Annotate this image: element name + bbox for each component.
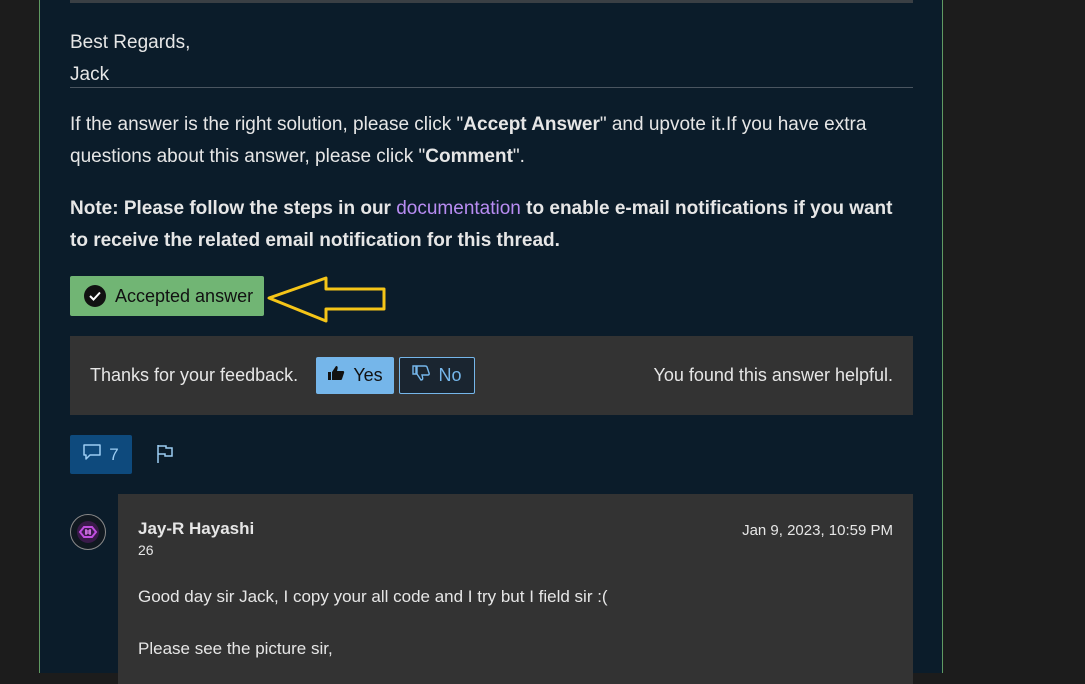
feedback-prompt: Thanks for your feedback.	[90, 365, 299, 385]
thumbs-down-icon	[412, 365, 431, 386]
no-button[interactable]: No	[399, 357, 475, 394]
flag-icon[interactable]	[156, 444, 174, 469]
no-label: No	[438, 365, 462, 385]
speech-bubble-icon	[83, 444, 102, 465]
comments-button[interactable]: 7	[70, 435, 132, 474]
yes-label: Yes	[353, 365, 383, 385]
text: ".	[512, 146, 525, 167]
accept-answer-text: Accept Answer	[463, 114, 600, 135]
feedback-result: You found this answer helpful.	[653, 365, 893, 385]
comment-text: Comment	[425, 146, 513, 167]
documentation-link[interactable]: documentation	[396, 198, 521, 219]
accepted-answer-label: Accepted answer	[115, 285, 254, 306]
thumbs-up-icon	[327, 365, 345, 386]
author-reputation: 26	[138, 542, 154, 558]
comment-count: 7	[109, 444, 119, 464]
notification-note: Note: Please follow the steps in our doc…	[70, 193, 913, 257]
avatar[interactable]	[70, 514, 106, 550]
avatar-image	[77, 521, 99, 543]
feedback-bar: Thanks for your feedback. Yes No You fou…	[70, 336, 913, 415]
text: If the answer is the right solution, ple…	[70, 114, 464, 135]
text: Note: Please follow the steps in our	[70, 198, 397, 219]
accept-instructions: If the answer is the right solution, ple…	[70, 109, 913, 173]
code-block-edge	[70, 0, 913, 3]
annotation-arrow-icon	[267, 276, 386, 323]
checkmark-icon	[84, 285, 106, 307]
comment-text: Please see the picture sir,	[138, 639, 333, 658]
yes-button[interactable]: Yes	[316, 357, 394, 394]
comment-date: Jan 9, 2023, 10:59 PM	[742, 522, 893, 539]
comment-text: Good day sir Jack, I copy your all code …	[138, 587, 608, 606]
comment-card: Jay-R Hayashi 26 Jan 9, 2023, 10:59 PM G…	[118, 494, 913, 684]
divider	[70, 87, 913, 88]
signoff-line: Best Regards,	[70, 32, 191, 53]
comment-author[interactable]: Jay-R Hayashi	[138, 519, 254, 539]
signoff: Best Regards, Jack	[70, 27, 190, 91]
accepted-answer-badge: Accepted answer	[70, 276, 264, 316]
